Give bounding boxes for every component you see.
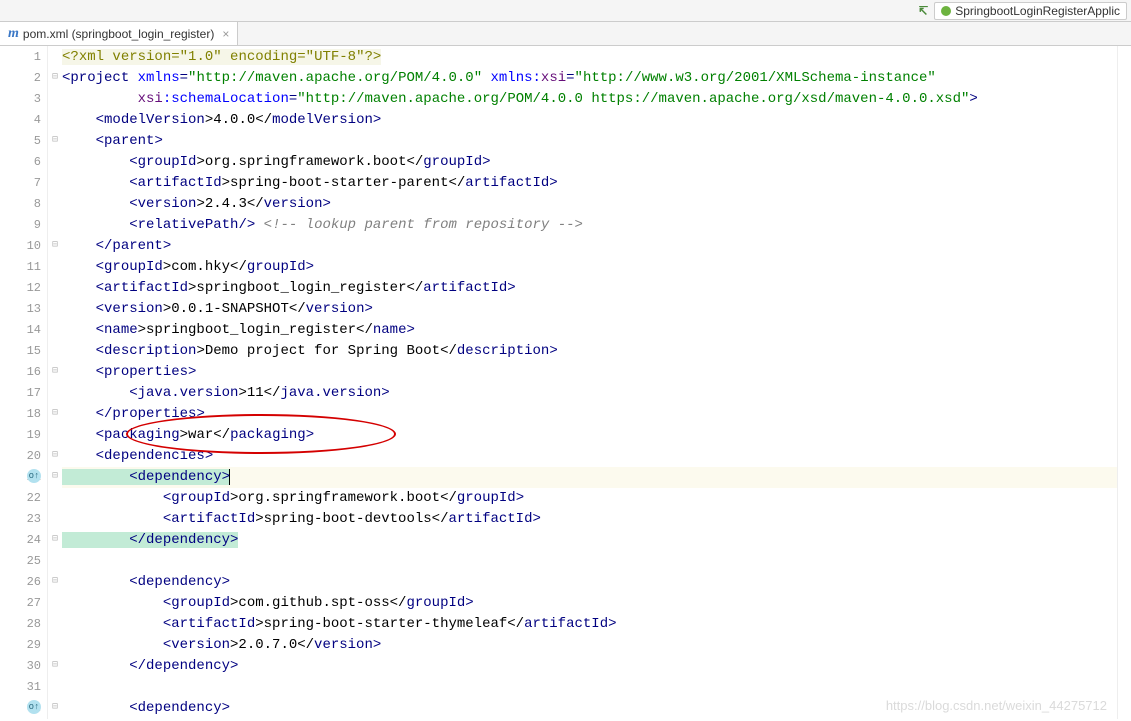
fold-gutter: ⊟ ⊟ ⊟ ⊟ ⊟ ⊟ ⊟ ⊟ ⊟ ⊟ ⊟ xyxy=(48,46,62,719)
run-config-label: SpringbootLoginRegisterApplic xyxy=(955,4,1120,18)
fold-toggle[interactable]: ⊟ xyxy=(48,235,62,256)
fold-toggle[interactable]: ⊟ xyxy=(48,697,62,718)
top-toolbar: ↸ SpringbootLoginRegisterApplic xyxy=(0,0,1131,22)
close-icon[interactable]: × xyxy=(222,27,229,41)
line-number-gutter: 1 2 3 4 5 6 7 8 9 10 11 12 13 14 15 16 1… xyxy=(0,46,48,719)
fold-toggle[interactable]: ⊟ xyxy=(48,571,62,592)
build-icon[interactable]: ↸ xyxy=(918,4,928,18)
maven-icon: m xyxy=(8,26,19,42)
tab-label: pom.xml (springboot_login_register) xyxy=(23,27,214,41)
editor[interactable]: 1 2 3 4 5 6 7 8 9 10 11 12 13 14 15 16 1… xyxy=(0,46,1131,719)
fold-toggle[interactable]: ⊟ xyxy=(48,361,62,382)
fold-toggle[interactable]: ⊟ xyxy=(48,529,62,550)
fold-toggle[interactable]: ⊟ xyxy=(48,130,62,151)
gutter-annotation-icon[interactable]: o↑ xyxy=(27,700,41,714)
fold-toggle[interactable]: ⊟ xyxy=(48,403,62,424)
spring-boot-icon xyxy=(941,6,951,16)
code-content[interactable]: <?xml version="1.0" encoding="UTF-8"?> <… xyxy=(62,46,1117,719)
tab-pom-xml[interactable]: m pom.xml (springboot_login_register) × xyxy=(0,22,238,45)
marker-strip xyxy=(1117,46,1131,719)
fold-toggle[interactable]: ⊟ xyxy=(48,466,62,487)
run-config-selector[interactable]: SpringbootLoginRegisterApplic xyxy=(934,2,1127,20)
fold-toggle[interactable]: ⊟ xyxy=(48,445,62,466)
fold-toggle[interactable]: ⊟ xyxy=(48,655,62,676)
editor-tabs: m pom.xml (springboot_login_register) × xyxy=(0,22,1131,46)
fold-toggle[interactable]: ⊟ xyxy=(48,67,62,88)
gutter-annotation-icon[interactable]: o↑ xyxy=(27,469,41,483)
